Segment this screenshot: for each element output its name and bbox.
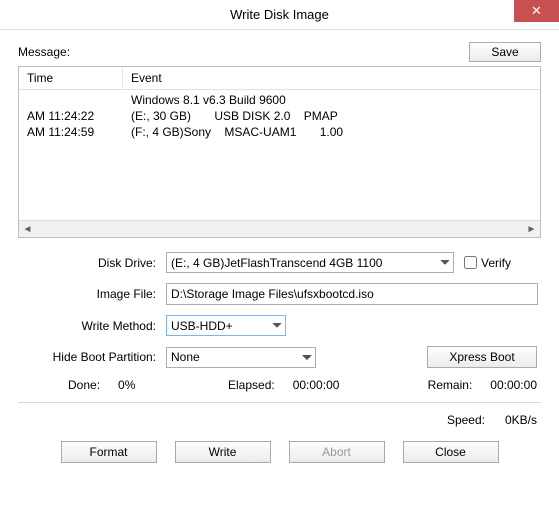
disk-drive-label: Disk Drive: — [18, 256, 166, 270]
xpress-boot-button[interactable]: Xpress Boot — [427, 346, 537, 368]
log-row: AM 11:24:59 (F:, 4 GB)Sony MSAC-UAM1 1.0… — [19, 124, 540, 140]
write-method-select[interactable]: USB-HDD+ — [166, 315, 286, 336]
separator — [18, 402, 541, 403]
log-event: (E:, 30 GB) USB DISK 2.0 PMAP — [123, 108, 540, 124]
titlebar: Write Disk Image ✕ — [0, 0, 559, 30]
log-time: AM 11:24:22 — [19, 108, 123, 124]
log-event: Windows 8.1 v6.3 Build 9600 — [123, 92, 540, 108]
log-time — [19, 92, 123, 108]
log-event: (F:, 4 GB)Sony MSAC-UAM1 1.00 — [123, 124, 540, 140]
format-button[interactable]: Format — [61, 441, 157, 463]
scroll-track[interactable] — [36, 221, 523, 237]
close-icon[interactable]: ✕ — [514, 0, 559, 22]
horizontal-scrollbar[interactable]: ◄ ► — [19, 220, 540, 237]
log-row: AM 11:24:22 (E:, 30 GB) USB DISK 2.0 PMA… — [19, 108, 540, 124]
verify-checkbox-wrap[interactable]: Verify — [464, 256, 511, 270]
scroll-right-icon[interactable]: ► — [523, 221, 540, 237]
speed-value: 0KB/s — [505, 413, 537, 427]
elapsed-value: 00:00:00 — [293, 378, 340, 392]
message-label: Message: — [18, 45, 70, 59]
window-title: Write Disk Image — [230, 7, 329, 22]
speed-label: Speed: — [447, 413, 485, 427]
column-header-time[interactable]: Time — [19, 67, 123, 89]
disk-drive-select[interactable]: (E:, 4 GB)JetFlashTranscend 4GB 1100 — [166, 252, 454, 273]
scroll-left-icon[interactable]: ◄ — [19, 221, 36, 237]
image-file-input[interactable] — [166, 283, 538, 305]
hide-boot-select[interactable]: None — [166, 347, 316, 368]
column-header-event[interactable]: Event — [123, 67, 540, 89]
done-value: 0% — [118, 378, 135, 392]
write-button[interactable]: Write — [175, 441, 271, 463]
done-label: Done: — [68, 378, 100, 392]
message-log: Time Event Windows 8.1 v6.3 Build 9600 A… — [18, 66, 541, 238]
log-row: Windows 8.1 v6.3 Build 9600 — [19, 92, 540, 108]
close-button[interactable]: Close — [403, 441, 499, 463]
abort-button: Abort — [289, 441, 385, 463]
verify-checkbox[interactable] — [464, 256, 477, 269]
image-file-label: Image File: — [18, 287, 166, 301]
remain-value: 00:00:00 — [490, 378, 537, 392]
hide-boot-label: Hide Boot Partition: — [18, 350, 166, 364]
remain-label: Remain: — [428, 378, 473, 392]
elapsed-label: Elapsed: — [228, 378, 275, 392]
verify-label: Verify — [481, 256, 511, 270]
write-method-label: Write Method: — [18, 319, 166, 333]
log-body: Windows 8.1 v6.3 Build 9600 AM 11:24:22 … — [19, 90, 540, 220]
log-header: Time Event — [19, 67, 540, 90]
log-time: AM 11:24:59 — [19, 124, 123, 140]
save-button[interactable]: Save — [469, 42, 541, 62]
